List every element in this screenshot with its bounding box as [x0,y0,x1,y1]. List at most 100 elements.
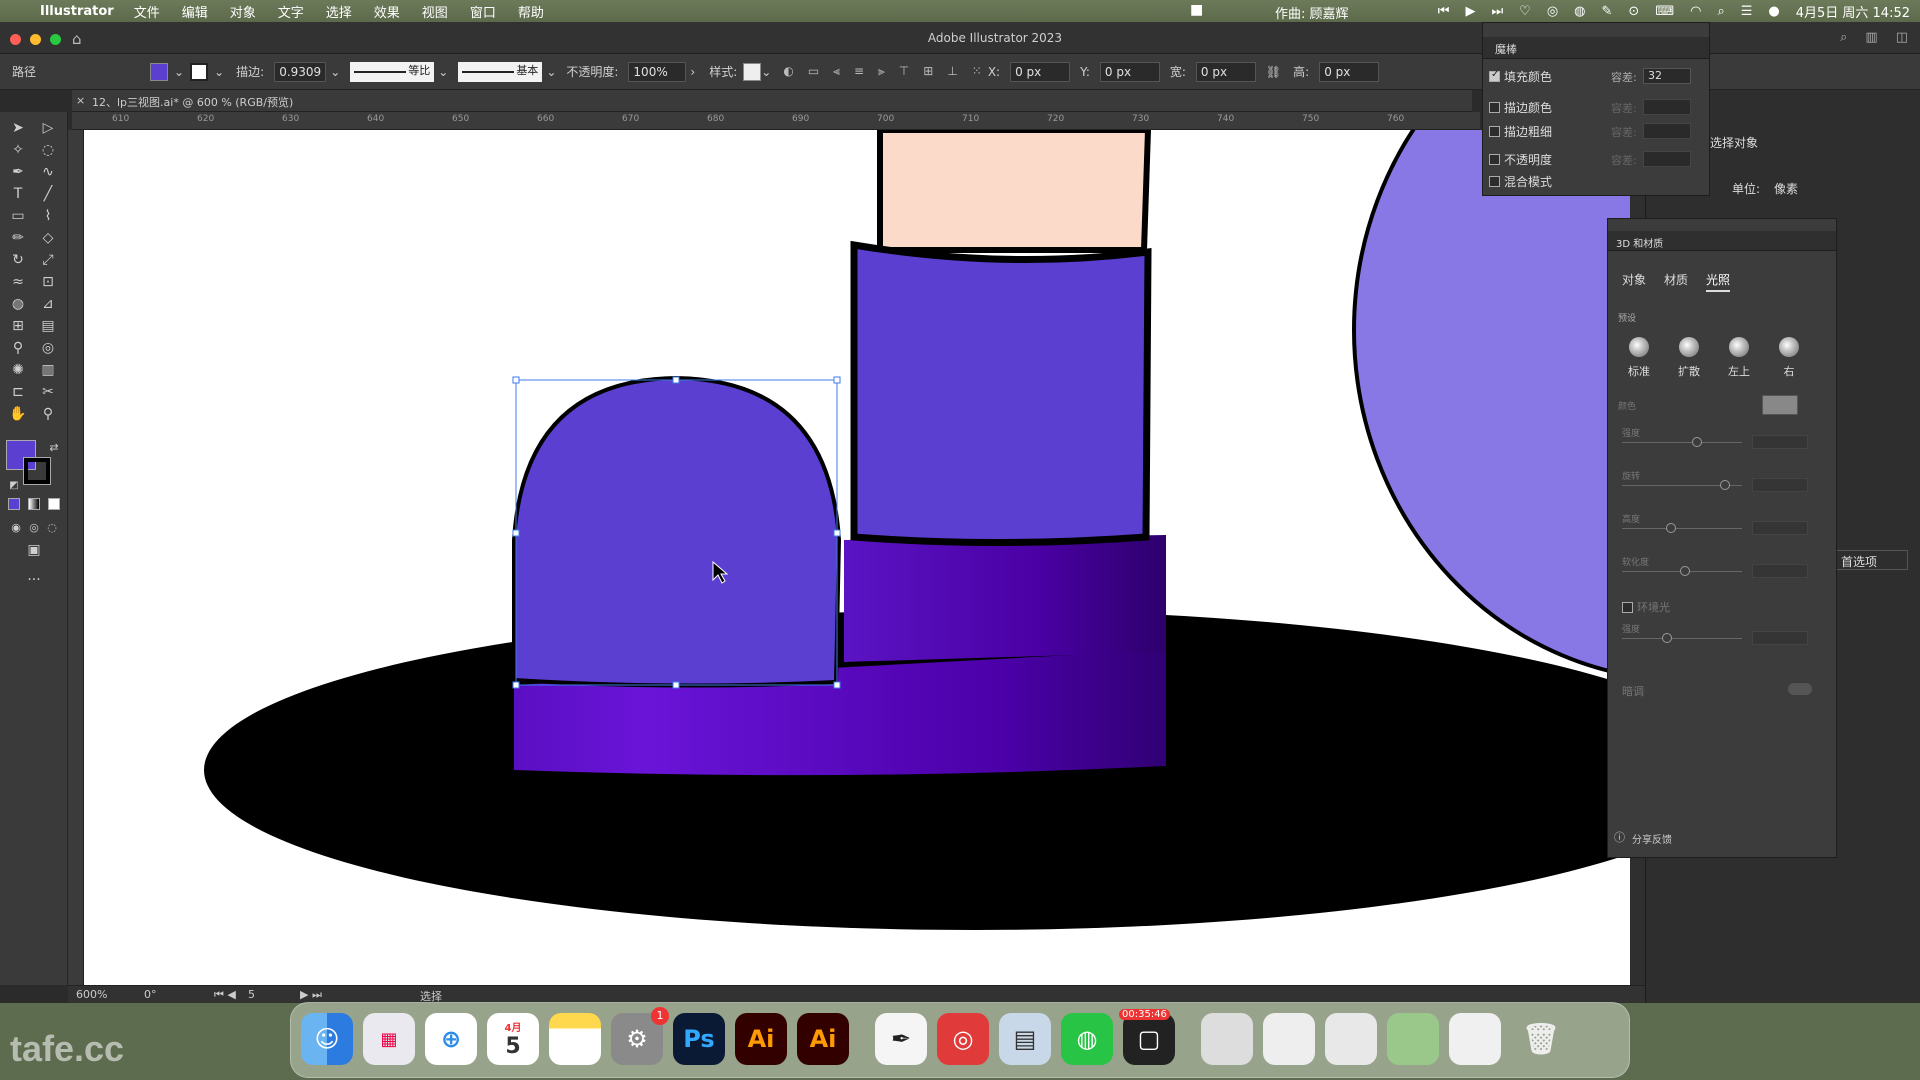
artboard-number-field[interactable]: 5 [248,988,255,1001]
menu-edit[interactable]: 编辑 [182,2,208,21]
scale-tool-icon[interactable]: ⤢ [38,250,58,270]
select-object-label[interactable]: 选择对象 [1710,134,1758,151]
menu-file[interactable]: 文件 [134,2,160,21]
eyedropper-tool-icon[interactable]: ⚲ [8,338,28,358]
line-tool-icon[interactable]: ╱ [38,184,58,204]
launchpad-icon[interactable]: ▦ [363,1013,415,1065]
siri-icon[interactable]: ● [1768,4,1779,19]
selection-handle[interactable] [833,529,841,537]
close-tab-icon[interactable]: × [76,94,85,107]
preferences-button[interactable]: 首选项 [1836,550,1908,570]
input-method-icon[interactable]: ⌨ [1655,4,1674,19]
free-transform-tool-icon[interactable]: ⊡ [38,272,58,292]
width-field[interactable]: 0 px [1195,61,1256,82]
vertical-ruler[interactable] [68,130,84,985]
style-dropdown-icon[interactable]: ⌄ [761,65,771,79]
selection-tool-icon[interactable]: ➤ [8,118,28,138]
wifi-icon[interactable]: ◠ [1690,4,1701,19]
control-center-icon[interactable]: ☰ [1741,4,1753,19]
stroke-dropdown-icon[interactable]: ⌄ [214,65,224,79]
swap-fill-stroke-icon[interactable]: ⇄ [44,438,64,458]
direct-selection-tool-icon[interactable]: ▷ [38,118,58,138]
graphic-style-swatch[interactable] [743,62,762,81]
ambient-intensity-slider[interactable]: 强度 [1622,621,1812,651]
selection-handle[interactable] [672,376,680,384]
record-icon[interactable]: ⊙ [1628,4,1639,19]
opacity-expand-icon[interactable]: › [690,65,695,79]
curvature-tool-icon[interactable]: ∿ [38,162,58,182]
menu-select[interactable]: 选择 [326,2,352,21]
selection-handle[interactable] [512,376,520,384]
leg-skin[interactable] [877,130,1152,253]
pen-app-icon[interactable]: ✒ [875,1013,927,1065]
height-field[interactable]: 0 px [1319,61,1380,82]
ambient-light-row[interactable]: 环境光 [1622,599,1670,615]
zoom-level-field[interactable]: 600% [76,988,107,1001]
transform-icon[interactable]: ▭ [808,64,819,79]
calendar-icon[interactable]: 4月 5 [487,1013,539,1065]
wechat-icon[interactable]: ◍ [1574,4,1585,19]
eraser-tool-icon[interactable]: ◇ [38,228,58,248]
menu-view[interactable]: 视图 [422,2,448,21]
search-icon[interactable]: ⌕ [1717,4,1724,19]
preset-diffuse[interactable]: 扩散 [1664,337,1714,379]
pencil-tool-icon[interactable]: ✏ [8,228,28,248]
profile-dropdown-icon[interactable]: ⌄ [438,65,448,79]
stroke-color-row[interactable]: 描边颜色 [1489,99,1552,115]
stroke-color-box[interactable] [23,457,51,485]
perspective-grid-tool-icon[interactable]: ⊿ [38,294,58,314]
draw-behind-icon[interactable]: ◎ [24,518,44,538]
document-thumbnail-icon[interactable] [1263,1013,1315,1065]
align-middle-icon[interactable]: ⊞ [923,64,933,79]
hand-tool-icon[interactable]: ✋ [8,404,28,424]
selected-toe-dome[interactable] [512,375,842,688]
document-thumbnail-icon[interactable] [1325,1013,1377,1065]
gradient-tool-icon[interactable]: ▤ [38,316,58,336]
unit-dropdown[interactable]: 像素 [1774,180,1894,197]
constrain-proportions-icon[interactable]: ⛓ [1266,65,1281,79]
purple-circle[interactable] [1352,130,1630,680]
align-center-icon[interactable]: ≡ [854,64,864,79]
light-color-swatch[interactable] [1762,395,1798,415]
y-field[interactable]: 0 px [1099,61,1160,82]
align-top-icon[interactable]: ⊤ [899,64,909,79]
notes-icon[interactable] [549,1013,601,1065]
fill-color-checkbox[interactable] [1489,69,1500,82]
paintbrush-tool-icon[interactable]: ⌇ [38,206,58,226]
workspace-switcher-icon[interactable]: ◫ [1896,30,1908,45]
width-tool-icon[interactable]: ≈ [8,272,28,292]
fill-tolerance-field[interactable]: 32 [1643,68,1691,84]
artboard-next-icon[interactable]: ▶ ⏭ [300,988,322,1002]
draw-inside-icon[interactable]: ◌ [42,518,62,538]
menu-app-name[interactable]: Illustrator [40,4,114,19]
share-feedback-link[interactable]: 分享反馈 [1632,831,1672,846]
draw-normal-icon[interactable]: ◉ [6,518,26,538]
play-icon[interactable]: ▶ [1465,4,1475,19]
next-track-icon[interactable]: ⏭ [1491,4,1503,19]
opacity-checkbox[interactable] [1489,153,1500,165]
stroke-swatch[interactable] [190,62,209,81]
brush-dropdown-icon[interactable]: ⌄ [546,65,556,79]
none-mode-icon[interactable] [48,498,60,510]
slice-tool-icon[interactable]: ✂ [38,382,58,402]
color-mode-icon[interactable] [8,498,20,510]
screen-mode-icon[interactable]: ▣ [24,540,44,560]
symbol-sprayer-tool-icon[interactable]: ✺ [8,360,28,380]
previous-track-icon[interactable]: ⏮ [1438,4,1450,19]
variable-width-profile[interactable]: 等比 [350,61,435,82]
blend-mode-checkbox[interactable] [1489,175,1500,187]
rotate-tool-icon[interactable]: ↻ [8,250,28,270]
artboard-canvas[interactable] [84,130,1630,985]
selection-handle[interactable] [833,376,841,384]
align-right-icon[interactable]: ⫸ [878,64,885,79]
x-field[interactable]: 0 px [1010,61,1071,82]
tab-lighting[interactable]: 光照 [1706,271,1731,292]
brush-definition[interactable]: 基本 [458,61,543,82]
ambient-light-checkbox[interactable] [1622,601,1633,613]
trash-icon[interactable]: 🗑 [1515,1013,1567,1065]
stroke-weight-dropdown-icon[interactable]: ⌄ [330,65,340,79]
preset-standard[interactable]: 标准 [1614,337,1664,379]
pen-tool-icon[interactable]: ✒ [8,162,28,182]
netease-icon[interactable]: ◎ [1547,4,1558,19]
stroke-weight-field[interactable]: 0.9309 [274,61,327,82]
